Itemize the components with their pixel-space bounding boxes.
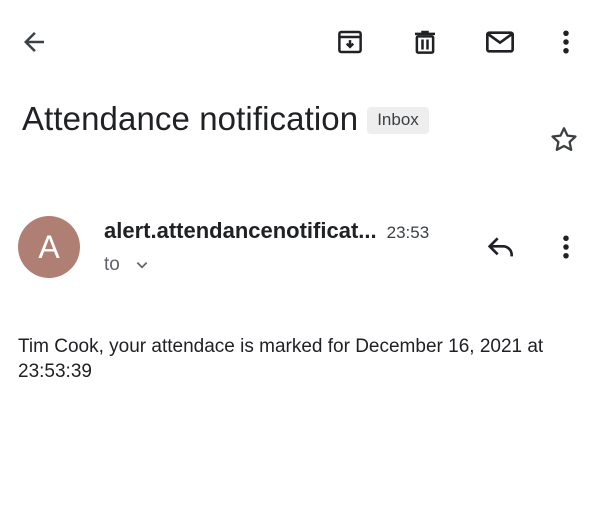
chevron-down-icon [134, 257, 150, 273]
email-view: Attendance notification Inbox A alert.at… [0, 0, 610, 510]
recipients-label: to [104, 254, 120, 275]
reply-button[interactable] [481, 227, 521, 267]
mark-unread-button[interactable] [480, 22, 520, 62]
back-button[interactable] [14, 22, 54, 62]
more-vert-icon [563, 235, 569, 259]
sender-avatar[interactable]: A [18, 216, 80, 278]
star-button[interactable] [544, 120, 584, 160]
message-time: 23:53 [386, 223, 430, 242]
recipients-toggle[interactable]: to [104, 254, 150, 276]
message-body: Tim Cook, your attendace is marked for D… [18, 336, 544, 382]
email-subject: Attendance notification [22, 100, 359, 137]
trash-icon [415, 30, 435, 54]
reply-icon [487, 237, 513, 257]
subject-row: Attendance notification Inbox [22, 100, 429, 138]
archive-icon [338, 30, 362, 54]
sender-line: alert.attendancenotificat... 23:53 [104, 218, 429, 244]
sender-name[interactable]: alert.attendancenotificat... [104, 218, 377, 244]
message-more-button[interactable] [546, 227, 586, 267]
arrow-left-icon [24, 32, 44, 52]
delete-button[interactable] [405, 22, 445, 62]
star-outline-icon [551, 127, 577, 151]
more-vert-icon [563, 30, 569, 54]
inbox-label-chip[interactable]: Inbox [367, 106, 429, 134]
archive-button[interactable] [330, 22, 370, 62]
mail-icon [486, 31, 514, 53]
more-options-button[interactable] [546, 22, 586, 62]
